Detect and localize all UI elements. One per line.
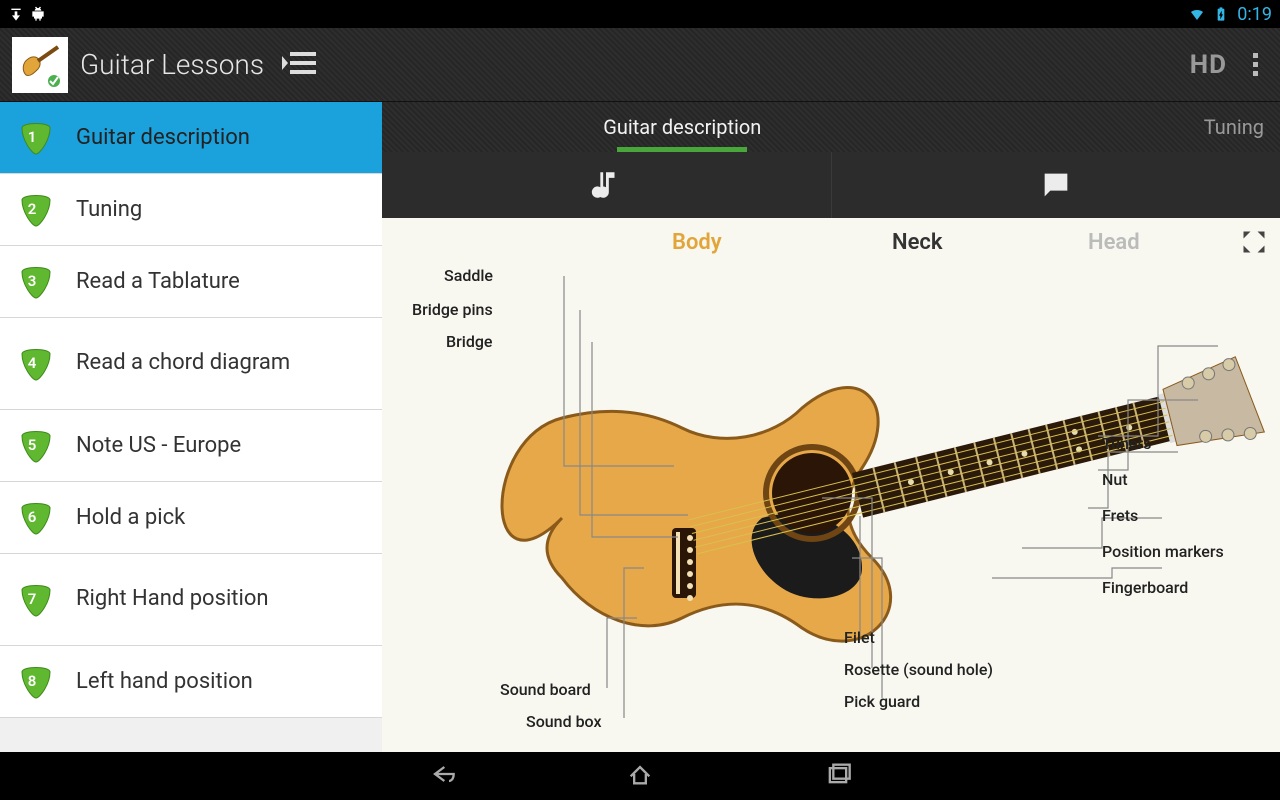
pick-icon: 7 [18,582,54,618]
lesson-label: Read a chord diagram [76,350,290,376]
lesson-item-guitar-description[interactable]: 1 Guitar description [0,102,382,174]
pick-icon: 2 [18,192,54,228]
lesson-item-read-tablature[interactable]: 3 Read a Tablature [0,246,382,318]
pager-tabs: Guitar description Tuning [382,102,1280,152]
music-note-icon [589,168,623,202]
status-time: 0:19 [1237,4,1272,25]
label-bridge-pins: Bridge pins [412,300,493,319]
lesson-label: Left hand position [76,669,253,694]
label-pick-guard: Pick guard [844,692,920,711]
label-sound-board: Sound board [500,680,591,699]
label-nut: Nut [1102,470,1128,489]
lesson-list: 1 Guitar description 2 Tuning 3 Read a T… [0,102,382,752]
lesson-item-right-hand[interactable]: 7 Right Hand position [0,554,382,646]
hd-button[interactable]: HD [1190,50,1227,80]
guitar-illustration [382,218,1280,752]
battery-charging-icon [1213,6,1229,22]
pick-icon: 3 [18,264,54,300]
pick-icon: 6 [18,500,54,536]
lesson-item-chord-diagram[interactable]: 4 Read a chord diagram [0,318,382,410]
pick-icon: 8 [18,664,54,700]
label-sound-box: Sound box [526,712,602,731]
download-icon [8,6,24,22]
pager-tab-tuning[interactable]: Tuning [1188,102,1280,152]
nav-back-button[interactable] [428,760,456,792]
nav-home-button[interactable] [626,760,654,792]
app-title: Guitar Lessons [80,48,264,81]
wifi-icon [1189,6,1205,22]
label-fingerboard: Fingerboard [1102,578,1188,597]
lesson-label: Read a Tablature [76,269,240,294]
lesson-label: Guitar description [76,125,250,150]
action-bar: Guitar Lessons HD [0,28,1280,102]
main-pane: Guitar description Tuning Body Neck Head [382,102,1280,752]
label-position-markers: Position markers [1102,542,1224,561]
app-icon[interactable] [12,37,68,93]
chat-icon [1039,168,1073,202]
lesson-item-left-hand[interactable]: 8 Left hand position [0,646,382,718]
lesson-label: Note US - Europe [76,433,241,458]
lesson-label: Hold a pick [76,505,185,530]
tab-lesson-content[interactable] [382,152,832,218]
lesson-item-hold-pick[interactable]: 6 Hold a pick [0,482,382,554]
lesson-item-note-us-europe[interactable]: 5 Note US - Europe [0,410,382,482]
pager-tab-description[interactable]: Guitar description [587,102,777,152]
label-filet: Filet [844,628,875,647]
pick-icon: 1 [18,120,54,156]
android-nav-bar [0,752,1280,800]
label-tuners: Tuners [1102,434,1151,453]
label-rosette: Rosette (sound hole) [844,660,993,679]
android-status-bar: 0:19 [0,0,1280,28]
icon-tabs [382,152,1280,218]
overflow-menu-icon[interactable] [1243,47,1268,82]
lesson-label: Right Hand position [76,586,269,612]
pick-icon: 5 [18,428,54,464]
guitar-diagram: Body Neck Head [382,218,1280,752]
lesson-item-tuning[interactable]: 2 Tuning [0,174,382,246]
list-toggle-icon[interactable] [282,48,318,82]
tab-comments[interactable] [832,152,1280,218]
lesson-label: Tuning [76,197,142,222]
label-frets: Frets [1102,506,1138,525]
label-saddle: Saddle [444,266,493,285]
nav-recent-button[interactable] [824,760,852,792]
android-debug-icon [30,6,46,22]
label-bridge: Bridge [446,332,493,351]
pick-icon: 4 [18,346,54,382]
